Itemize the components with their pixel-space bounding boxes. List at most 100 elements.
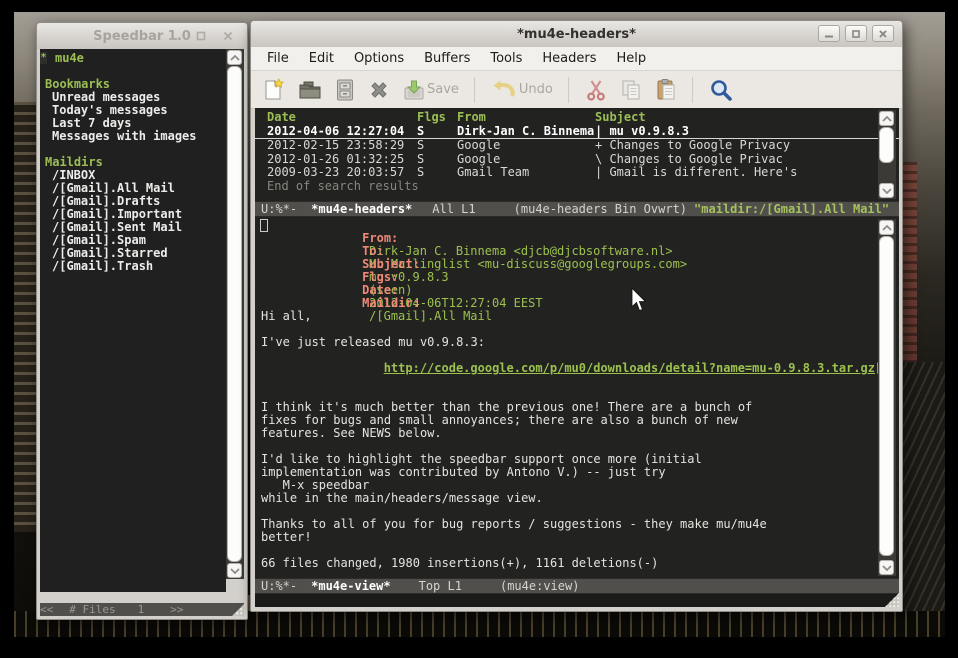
menu-item[interactable]: Headers <box>532 49 606 68</box>
menu-item[interactable]: Edit <box>299 49 344 68</box>
status-left-arrows[interactable]: << <box>40 603 53 616</box>
paste-button[interactable] <box>655 78 677 102</box>
scroll-down-icon[interactable] <box>227 563 242 578</box>
save-button[interactable]: Save <box>403 78 459 102</box>
minimize-icon[interactable] <box>818 25 840 42</box>
menu-item[interactable]: File <box>257 49 299 68</box>
flags-cell: S <box>417 125 457 138</box>
link-line: http://code.google.com/p/mu0/downloads/d… <box>261 349 899 388</box>
undo-button[interactable]: Undo <box>491 79 553 101</box>
field-value: Dirk-Jan C. Binnema <djcb@djcbsoftware.n… <box>369 244 672 258</box>
message-header-fields: From: Dirk-Jan C. Binnema <djcb@djcbsoft… <box>261 219 899 297</box>
message-body-line: I've just released mu v0.9.8.3: <box>261 336 899 349</box>
expand-marker-icon[interactable]: * <box>40 52 47 64</box>
table-row[interactable]: 2012-01-26 01:32:25 S Google \ Changes t… <box>255 153 899 167</box>
table-row[interactable]: 2009-03-23 20:03:57 S Gmail Team | Gmail… <box>255 166 899 180</box>
from-cell: Dirk-Jan C. Binnema <box>457 125 595 138</box>
column-flags[interactable]: Flgs <box>417 111 457 124</box>
field-label: Maildir: <box>362 296 420 310</box>
minimize-icon[interactable] <box>163 27 185 44</box>
cut-button[interactable] <box>585 78 607 102</box>
field-label: Flgs: <box>362 270 398 284</box>
modeline-flags: U:%*- <box>261 579 297 593</box>
close-icon[interactable] <box>217 27 239 44</box>
from-cell: Google <box>457 153 595 166</box>
maximize-icon[interactable] <box>845 25 867 42</box>
window-title: *mu4e-headers* <box>517 27 636 42</box>
date-cell: 2012-02-15 23:58:29 <box>267 139 417 152</box>
modeline-position: All L1 <box>432 202 475 216</box>
scroll-up-icon[interactable] <box>879 111 894 126</box>
headers-scrollbar[interactable] <box>878 110 896 199</box>
maildir-item[interactable]: /[Gmail].Trash <box>52 260 226 273</box>
field-label: To: <box>362 244 384 258</box>
message-body-line: features. See NEWS below. <box>261 427 899 440</box>
menu-item[interactable]: Buffers <box>414 49 480 68</box>
field-value: /[Gmail].All Mail <box>369 309 492 323</box>
open-file-button[interactable] <box>298 78 322 102</box>
directory-button[interactable] <box>335 78 355 102</box>
table-row[interactable]: 2012-04-06 12:27:04 S Dirk-Jan C. Binnem… <box>255 125 899 140</box>
maximize-icon[interactable] <box>190 27 212 44</box>
field-label: Subject: <box>362 257 420 271</box>
flags-cell: S <box>417 139 457 152</box>
body-lines: I think it's much better than the previo… <box>261 388 899 578</box>
close-buffer-button[interactable] <box>368 79 390 101</box>
scrollbar-thumb[interactable] <box>227 66 242 562</box>
message-body: Hi all,I've just released mu v0.9.8.3: h… <box>261 310 899 578</box>
column-from[interactable]: From <box>457 111 595 124</box>
scroll-up-icon[interactable] <box>227 50 242 65</box>
resize-grip[interactable] <box>885 593 899 607</box>
bookmark-item[interactable]: Messages with images <box>52 130 226 143</box>
scroll-up-icon[interactable] <box>879 220 894 235</box>
status-files-label: # Files <box>69 603 115 616</box>
speedbar-root-mu4e[interactable]: mu4e <box>55 52 226 65</box>
column-subject[interactable]: Subject <box>595 111 872 124</box>
copy-button[interactable] <box>620 78 642 102</box>
toolbar: Save Undo <box>251 71 902 109</box>
speedbar-statusbar: << # Files 1 >> <box>40 603 244 616</box>
speedbar-window: Speedbar 1.0 * mu4e Bookmarks Unread mes… <box>36 22 248 620</box>
scrollbar-thumb[interactable] <box>879 236 894 556</box>
search-button[interactable] <box>709 78 733 102</box>
menu-item[interactable]: Tools <box>480 49 532 68</box>
table-row[interactable]: 2012-02-15 23:58:29 S Google + Changes t… <box>255 139 899 153</box>
close-icon[interactable] <box>872 25 894 42</box>
headers-list: 2012-04-06 12:27:04 S Dirk-Jan C. Binnem… <box>255 125 899 180</box>
modeline-major-mode[interactable]: (mu4e:view) <box>500 579 579 593</box>
copy-icon <box>620 78 642 102</box>
resize-grip[interactable] <box>232 604 244 616</box>
scroll-down-icon[interactable] <box>879 183 894 198</box>
new-file-button[interactable] <box>263 78 285 102</box>
date-cell: 2012-01-26 01:32:25 <box>267 153 417 166</box>
echo-area[interactable] <box>255 594 899 607</box>
download-link[interactable]: http://code.google.com/p/mu0/downloads/d… <box>384 361 875 375</box>
modeline-buffer-name[interactable]: *mu4e-headers* <box>311 202 412 216</box>
scrollbar-thumb[interactable] <box>879 127 894 163</box>
message-scrollbar[interactable] <box>878 219 896 576</box>
status-right-arrows[interactable]: >> <box>170 603 183 616</box>
bookmarks-list: Unread messagesToday's messagesLast 7 da… <box>45 91 226 143</box>
speedbar-scrollbar[interactable] <box>226 49 244 579</box>
window-titlebar[interactable]: *mu4e-headers* <box>251 21 902 47</box>
column-date[interactable]: Date <box>267 111 417 124</box>
date-cell: 2012-04-06 12:27:04 <box>267 125 417 138</box>
message-body-line <box>261 570 899 578</box>
toolbar-separator <box>568 77 570 103</box>
mouse-cursor <box>630 287 648 317</box>
mu4e-headers-pane: Date Flgs From Subject 2012-04-06 12:27:… <box>255 108 899 201</box>
text-cursor <box>260 219 268 232</box>
menu-item[interactable]: Options <box>344 49 414 68</box>
menu-item[interactable]: Help <box>607 49 657 68</box>
modeline-position: Top L1 <box>419 579 462 593</box>
clipboard-icon <box>655 78 677 102</box>
speedbar-titlebar[interactable]: Speedbar 1.0 <box>37 23 247 49</box>
scissors-icon <box>585 78 607 102</box>
subject-cell: | mu v0.9.8.3 <box>595 125 872 138</box>
modeline-major-mode[interactable]: (mu4e-headers Bin Ovwrt) <box>514 202 687 216</box>
scroll-down-icon[interactable] <box>879 560 894 575</box>
headers-column-row: Date Flgs From Subject <box>255 111 899 125</box>
modeline-buffer-name[interactable]: *mu4e-view* <box>311 579 390 593</box>
message-body-line: Thanks to all of you for bug reports / s… <box>261 518 899 531</box>
mu4e-view-pane: From: Dirk-Jan C. Binnema <djcb@djcbsoft… <box>255 217 899 578</box>
